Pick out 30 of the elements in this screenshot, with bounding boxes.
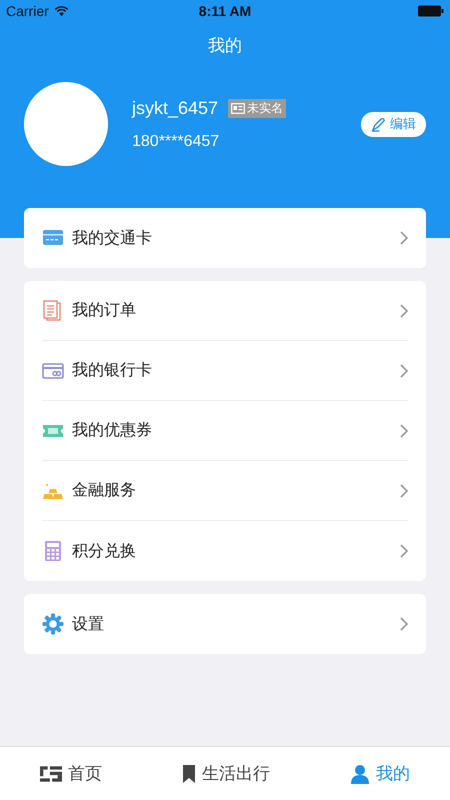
pen-icon	[371, 116, 386, 132]
menu-item[interactable]: 设置	[42, 594, 408, 654]
battery-icon	[418, 5, 444, 17]
logo-icon	[40, 764, 62, 784]
menu-item[interactable]: 我的优惠券	[42, 401, 408, 461]
tab[interactable]: 首页	[36, 758, 106, 789]
calculator-icon	[42, 540, 64, 562]
chevron-right-icon	[400, 484, 408, 498]
person-icon	[350, 764, 370, 784]
wifi-icon	[54, 6, 69, 16]
chevron-right-icon	[400, 424, 408, 438]
chevron-right-icon	[400, 364, 408, 378]
phone-number: 180****6457	[132, 132, 220, 150]
verification-badge: 未实名	[228, 98, 286, 118]
menu-item[interactable]: 我的交通卡	[42, 208, 408, 268]
menu-item[interactable]: 积分兑换	[42, 521, 408, 581]
page-title: 我的	[207, 35, 243, 58]
carrier-label: Carrier	[6, 3, 49, 19]
menu-item[interactable]: 金融服务	[42, 461, 408, 521]
bookmark-icon	[182, 764, 196, 784]
chevron-right-icon	[400, 617, 408, 631]
status-time: 8:11 AM	[198, 3, 252, 19]
menu-item[interactable]: 我的订单	[42, 281, 408, 341]
chevron-right-icon	[400, 231, 408, 245]
username: jsykt_6457	[132, 98, 218, 118]
chevron-right-icon	[400, 304, 408, 318]
id-card-icon	[231, 102, 246, 114]
tab[interactable]: 生活出行	[178, 758, 274, 789]
menu-item[interactable]: 我的银行卡	[42, 341, 408, 401]
chevron-right-icon	[400, 544, 408, 558]
